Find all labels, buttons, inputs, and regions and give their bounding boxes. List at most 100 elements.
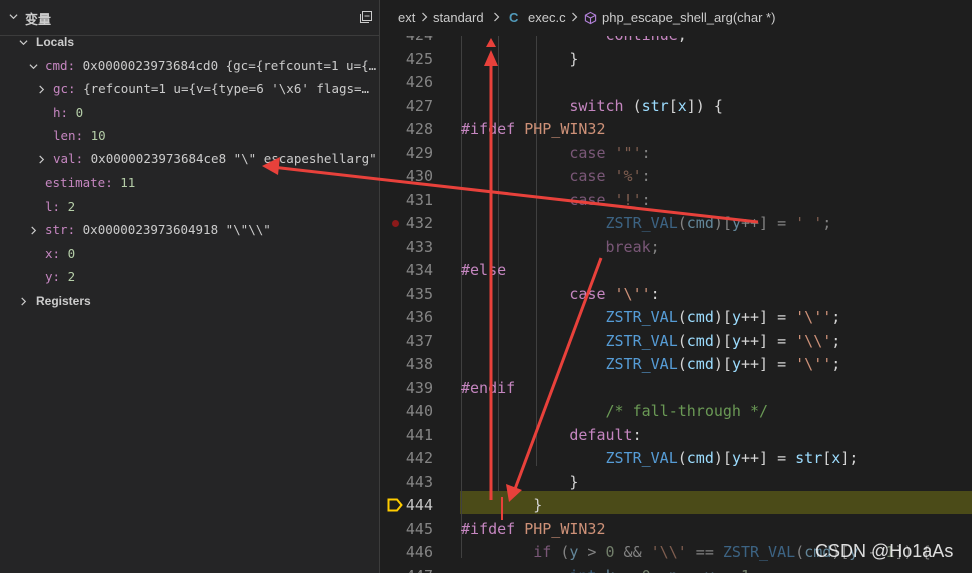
code-token: ++] =	[740, 214, 796, 232]
variable-value: 11	[120, 175, 136, 190]
code-line[interactable]: 439 #endif	[381, 377, 972, 401]
line-number[interactable]: 435	[381, 283, 433, 307]
line-number[interactable]: 437	[381, 330, 433, 354]
code-line[interactable]: 429 case '"':	[381, 142, 972, 166]
chevron-right-icon[interactable]	[29, 226, 38, 235]
variable-value: {refcount=1 u={v={type=6 '\x6' flags=…	[83, 81, 370, 96]
code-text: ZSTR_VAL(cmd)[y++] = str[x];	[461, 447, 858, 471]
chevron-down-icon[interactable]	[9, 12, 18, 21]
code-line[interactable]: 435 case '\'':	[381, 283, 972, 307]
code-token: str	[641, 96, 669, 115]
line-number[interactable]: 431	[381, 189, 433, 213]
code-line[interactable]: 428 #ifdef PHP_WIN32	[381, 118, 972, 142]
code-token: continue	[461, 36, 677, 44]
code-token: -	[714, 567, 741, 573]
code-line[interactable]: 436 ZSTR_VAL(cmd)[y++] = '\'';	[381, 306, 972, 330]
code-line[interactable]: 425 }	[381, 48, 972, 72]
code-text: switch (str[x]) {	[461, 95, 723, 119]
line-number[interactable]: 439	[381, 377, 433, 401]
code-line[interactable]: 434 #else	[381, 259, 972, 283]
line-number[interactable]: 447	[381, 565, 433, 573]
line-number[interactable]: 430	[381, 165, 433, 189]
code-line[interactable]: 431 case '!':	[381, 189, 972, 213]
breakpoint-icon[interactable]	[392, 220, 399, 227]
line-number[interactable]: 426	[381, 71, 433, 95]
line-number[interactable]: 441	[381, 424, 433, 448]
code-line[interactable]: 442 ZSTR_VAL(cmd)[y++] = str[x];	[381, 447, 972, 471]
code-text: case '\'':	[461, 283, 659, 307]
code-line[interactable]: 441 default:	[381, 424, 972, 448]
breadcrumb-item[interactable]: ext	[398, 10, 415, 25]
breadcrumb: ext standard C exec.c php_escape_shell_a…	[381, 0, 972, 36]
code-text: #ifdef PHP_WIN32	[461, 518, 606, 542]
line-number[interactable]: 428	[381, 118, 433, 142]
code-text: #endif	[461, 377, 515, 401]
code-token: ];	[840, 449, 859, 467]
code-line[interactable]: 432 ZSTR_VAL(cmd)[y++] = ' ';	[381, 212, 972, 236]
code-token: case	[461, 167, 606, 185]
code-line[interactable]: 440 /* fall-through */	[381, 400, 972, 424]
code-token: ;	[831, 308, 841, 326]
code-token: '%'	[605, 167, 642, 185]
variable-value: 2	[67, 269, 76, 284]
line-number[interactable]: 427	[381, 95, 433, 119]
code-token: ++] =	[740, 355, 796, 373]
line-number[interactable]: 434	[381, 259, 433, 283]
variables-panel: 变量 Locals cmd: 0x0000023973684cd0 {gc={r…	[0, 0, 380, 573]
line-number[interactable]: 445	[381, 518, 433, 542]
code-token: :	[632, 425, 642, 444]
line-number[interactable]: 433	[381, 236, 433, 260]
line-number[interactable]: 443	[381, 471, 433, 495]
variable-value: 0	[75, 105, 84, 120]
code-text: }	[461, 48, 578, 72]
code-line[interactable]: 426	[381, 71, 972, 95]
line-number[interactable]: 429	[381, 142, 433, 166]
collapse-all-icon[interactable]	[359, 10, 373, 24]
code-line[interactable]: 443 }	[381, 471, 972, 495]
line-number[interactable]: 442	[381, 447, 433, 471]
code-token: :	[641, 167, 651, 185]
code-line[interactable]: 437 ZSTR_VAL(cmd)[y++] = '\\';	[381, 330, 972, 354]
code-token: y	[731, 355, 741, 373]
code-line[interactable]: 424 continue;	[381, 36, 972, 48]
chevron-right-icon[interactable]	[37, 155, 46, 164]
code-token: [	[822, 449, 832, 467]
line-number[interactable]: 424	[381, 36, 433, 48]
code-token: break	[461, 237, 651, 256]
code-token: str	[795, 449, 823, 467]
variable-value: 10	[90, 128, 106, 143]
code-line[interactable]: 433 break;	[381, 236, 972, 260]
chevron-down-icon[interactable]	[19, 38, 28, 47]
variable-name: len:	[53, 128, 84, 143]
line-number[interactable]: 440	[381, 400, 433, 424]
chevron-down-icon[interactable]	[29, 62, 38, 71]
code-token: )[	[713, 331, 732, 350]
breadcrumb-item[interactable]: php_escape_shell_arg(char *)	[602, 10, 775, 25]
chevron-right-icon[interactable]	[19, 297, 28, 306]
code-line[interactable]: 445 #ifdef PHP_WIN32	[381, 518, 972, 542]
code-token: ' '	[795, 214, 823, 232]
line-number[interactable]: 436	[381, 306, 433, 330]
code-line[interactable]: 444 }	[381, 494, 972, 518]
line-number[interactable]: 432	[381, 212, 433, 236]
code-line[interactable]: 430 case '%':	[381, 165, 972, 189]
code-token: )[	[713, 449, 732, 467]
code-editor[interactable]: 424 continue;425 }426427 switch (str[x])…	[381, 36, 972, 573]
code-token: PHP_WIN32	[524, 519, 606, 538]
breadcrumb-item[interactable]: exec.c	[528, 10, 566, 25]
line-number[interactable]: 438	[381, 353, 433, 377]
code-line[interactable]: 427 switch (str[x]) {	[381, 95, 972, 119]
code-text: continue;	[461, 36, 686, 48]
line-number[interactable]: 446	[381, 541, 433, 565]
code-token: #ifdef	[461, 120, 516, 138]
code-token: k	[606, 567, 615, 573]
code-token: (	[623, 96, 642, 115]
chevron-right-icon[interactable]	[37, 85, 46, 94]
code-token: (	[677, 355, 687, 373]
code-line[interactable]: 438 ZSTR_VAL(cmd)[y++] = '\'';	[381, 353, 972, 377]
code-line[interactable]: 447 int k = 0, n = y - 1;	[381, 565, 972, 573]
variable-value: 0x0000023973604918 "\"\\"	[82, 222, 271, 237]
line-number[interactable]: 425	[381, 48, 433, 72]
breadcrumb-item[interactable]: standard	[433, 10, 484, 25]
